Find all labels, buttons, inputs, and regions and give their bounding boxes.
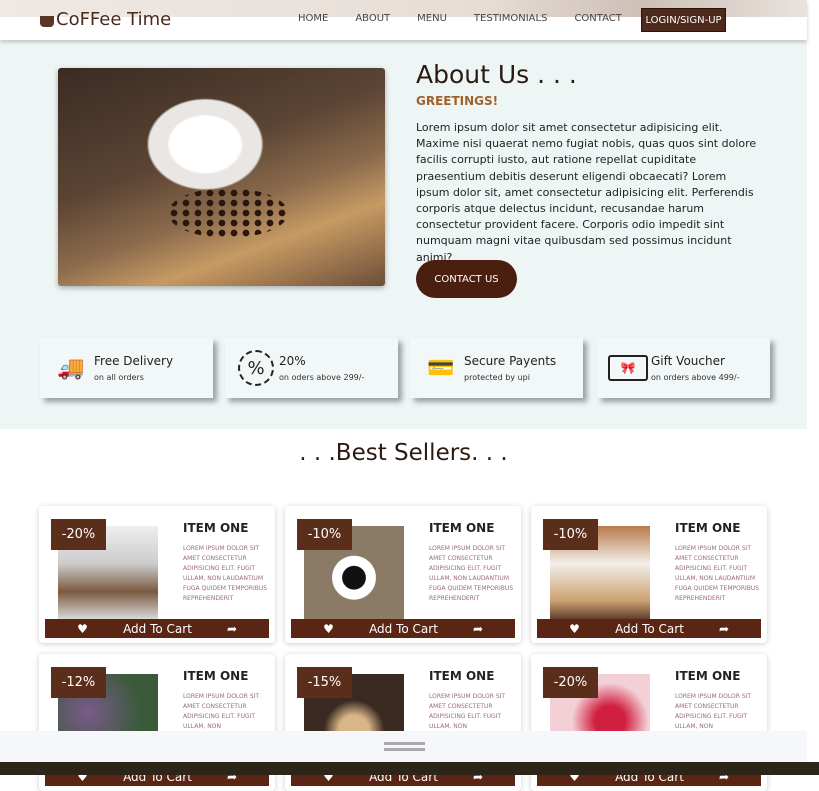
feature-title: Gift Voucher: [651, 354, 725, 368]
feature-gift-voucher: 🎀 Gift Voucher on orders above 499/-: [597, 338, 770, 398]
feature-title: Secure Payents: [464, 354, 557, 368]
delivery-truck-icon: 🚚: [57, 355, 85, 381]
share-icon[interactable]: ➦: [441, 622, 515, 636]
logo-text: CoFFee Time: [56, 9, 172, 30]
product-name: ITEM ONE: [675, 521, 741, 535]
discount-badge: -10%: [297, 519, 352, 550]
feature-sub: protected by upi: [464, 373, 530, 382]
gift-voucher-icon: 🎀: [605, 348, 651, 388]
about-subtitle: GREETINGS!: [416, 94, 499, 108]
feature-sub: on oders above 299/-: [279, 373, 365, 382]
contact-us-button[interactable]: CONTACT US: [416, 260, 517, 298]
best-sellers-title: . . .Best Sellers. . .: [299, 440, 508, 466]
product-card[interactable]: -10% ITEM ONE LOREM IPSUM DOLOR SIT AMET…: [285, 506, 521, 643]
percent-badge-icon: %: [233, 348, 279, 388]
bottom-sheet-bar: [0, 731, 807, 762]
feature-title: 20%: [279, 354, 306, 368]
discount-badge: -10%: [543, 519, 598, 550]
heart-icon[interactable]: ♥: [291, 622, 366, 636]
coffee-cup-photo: [58, 68, 385, 286]
logo[interactable]: CoFFee Time: [40, 9, 171, 30]
main-nav: HOME ABOUT MENU TESTIMONIALS CONTACT: [298, 13, 649, 24]
share-icon[interactable]: ➦: [195, 622, 269, 636]
coffee-beans-image: [168, 188, 288, 238]
feature-sub: on all orders: [94, 373, 144, 382]
discount-badge: -20%: [543, 667, 598, 698]
add-to-cart-button[interactable]: Add To Cart: [120, 622, 195, 636]
card-payment-icon: 💳: [427, 355, 455, 381]
cart-action-bar: ♥ Add To Cart ➦: [291, 619, 515, 638]
nav-testimonials[interactable]: TESTIMONIALS: [474, 13, 548, 24]
product-name: ITEM ONE: [183, 521, 249, 535]
product-description: LOREM IPSUM DOLOR SIT AMET CONSECTETUR A…: [429, 545, 514, 602]
scrollbar[interactable]: [807, 0, 819, 762]
product-name: ITEM ONE: [429, 669, 495, 683]
about-text: Lorem ipsum dolor sit amet consectetur a…: [416, 121, 757, 264]
discount-badge: -20%: [51, 519, 106, 550]
product-name: ITEM ONE: [429, 521, 495, 535]
drag-handle[interactable]: [384, 742, 425, 751]
feature-free-delivery: 🚚 Free Delivery on all orders: [40, 338, 213, 398]
about-title: About Us . . .: [416, 60, 577, 89]
coffee-cup-icon: [40, 15, 54, 27]
add-to-cart-button[interactable]: Add To Cart: [612, 622, 687, 636]
feature-sub: on orders above 499/-: [651, 373, 740, 382]
feature-secure-payments: 💳 Secure Payents protected by upi: [410, 338, 583, 398]
nav-home[interactable]: HOME: [298, 13, 328, 24]
login-signup-button[interactable]: LOGIN/SIGN-UP: [641, 8, 726, 32]
cart-action-bar: ♥ Add To Cart ➦: [537, 619, 761, 638]
share-icon[interactable]: ➦: [687, 622, 761, 636]
product-name: ITEM ONE: [675, 669, 741, 683]
product-card[interactable]: -20% ITEM ONE LOREM IPSUM DOLOR SIT AMET…: [39, 506, 275, 643]
discount-badge: -12%: [51, 667, 106, 698]
product-description: LOREM IPSUM DOLOR SIT AMET CONSECTETUR A…: [675, 545, 760, 602]
browser-bottom-bar: [0, 762, 819, 775]
product-description: LOREM IPSUM DOLOR SIT AMET CONSECTETUR A…: [183, 693, 260, 730]
add-to-cart-button[interactable]: Add To Cart: [366, 622, 441, 636]
site-header: CoFFee Time HOME ABOUT MENU TESTIMONIALS…: [0, 0, 807, 40]
discount-badge: -15%: [297, 667, 352, 698]
product-description: LOREM IPSUM DOLOR SIT AMET CONSECTETUR A…: [183, 545, 268, 602]
product-name: ITEM ONE: [183, 669, 249, 683]
about-section: About Us . . . GREETINGS! Lorem ipsum do…: [0, 40, 807, 429]
product-description: LOREM IPSUM DOLOR SIT AMET CONSECTETUR A…: [675, 693, 752, 730]
heart-icon[interactable]: ♥: [45, 622, 120, 636]
product-description: LOREM IPSUM DOLOR SIT AMET CONSECTETUR A…: [429, 693, 506, 730]
product-card[interactable]: -10% ITEM ONE LOREM IPSUM DOLOR SIT AMET…: [531, 506, 767, 643]
nav-contact[interactable]: CONTACT: [574, 13, 621, 24]
heart-icon[interactable]: ♥: [537, 622, 612, 636]
feature-title: Free Delivery: [94, 354, 174, 368]
nav-menu[interactable]: MENU: [417, 13, 447, 24]
cart-action-bar: ♥ Add To Cart ➦: [45, 619, 269, 638]
nav-about[interactable]: ABOUT: [355, 13, 390, 24]
feature-discount: % 20% on oders above 299/-: [225, 338, 398, 398]
